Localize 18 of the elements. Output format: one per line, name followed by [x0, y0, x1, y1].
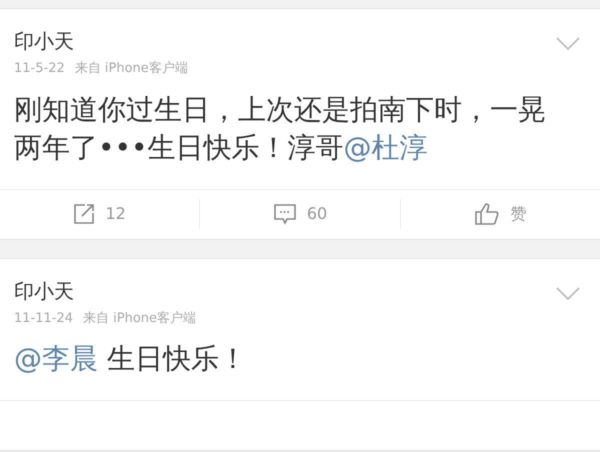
comment-button[interactable]: 60: [199, 199, 400, 229]
chevron-down-icon[interactable]: [556, 286, 580, 300]
author-name[interactable]: 印小天: [14, 27, 188, 55]
post-source: 来自 iPhone客户端: [83, 310, 196, 328]
post-time: 11-5-22: [14, 60, 65, 78]
like-button[interactable]: 赞: [400, 199, 600, 229]
post-source: 来自 iPhone客户端: [74, 60, 188, 78]
mention-link[interactable]: @杜淳: [344, 130, 428, 164]
post-text: 刚知道你过生日，上次还是拍南下时，一晃两年了•••生日快乐！淳哥@杜淳: [13, 92, 547, 166]
post-time: 11-11-24: [14, 310, 74, 328]
chevron-down-icon[interactable]: [556, 37, 580, 51]
comment-icon: [272, 203, 297, 225]
mention-link[interactable]: @李晨: [14, 342, 98, 375]
post-text: @李晨 生日快乐！: [13, 341, 248, 377]
repost-button[interactable]: 12: [0, 199, 200, 229]
author-name[interactable]: 印小天: [14, 276, 196, 304]
share-icon: [73, 203, 96, 225]
thumbs-up-icon: [474, 202, 500, 226]
